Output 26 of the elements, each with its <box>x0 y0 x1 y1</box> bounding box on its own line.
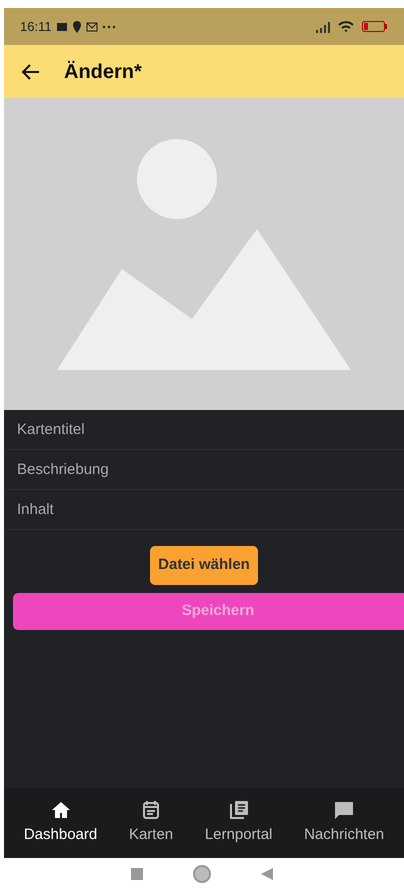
input-field[interactable]: Inhalt <box>4 490 404 530</box>
image-placeholder-icon <box>57 138 351 370</box>
recent-apps-icon[interactable] <box>130 867 144 881</box>
nav-tab[interactable]: Lernportal <box>204 800 272 846</box>
library-icon <box>228 800 249 820</box>
mail-icon <box>86 22 98 32</box>
back-arrow-icon[interactable] <box>20 62 40 80</box>
more-dots-icon <box>102 24 116 28</box>
choose-file-button[interactable]: Datei wählen <box>150 546 258 584</box>
location-pin-icon <box>72 20 82 32</box>
message-icon <box>56 20 68 32</box>
home-circle-icon[interactable] <box>192 864 212 884</box>
nav-tab[interactable]: Karten <box>128 800 174 846</box>
nav-tab[interactable]: Dashboard <box>24 800 98 846</box>
chat-bubble-icon <box>334 800 354 820</box>
battery-icon <box>362 21 388 32</box>
status-time: 16:11 <box>20 18 52 36</box>
page-title: Ändern* <box>64 60 142 84</box>
back-triangle-icon[interactable] <box>260 867 274 881</box>
calendar-icon <box>141 800 162 820</box>
wifi-icon <box>338 21 354 32</box>
signal-icon <box>316 20 330 32</box>
nav-tab[interactable]: Nachrichten <box>304 800 384 846</box>
input-field[interactable]: Beschriebung <box>4 450 404 490</box>
home-icon <box>50 800 71 820</box>
input-field[interactable]: Kartentitel <box>4 410 404 450</box>
